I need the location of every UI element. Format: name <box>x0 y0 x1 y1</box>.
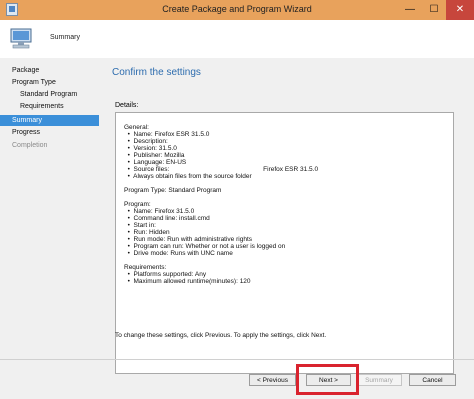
details-label: Details: <box>115 102 139 109</box>
close-button[interactable]: ✕ <box>446 0 474 20</box>
wizard-steps-nav: Package Program Type Standard Program Re… <box>0 58 99 358</box>
nav-step-summary[interactable]: Summary <box>0 115 99 126</box>
nav-step-requirements[interactable]: Requirements <box>0 101 99 112</box>
wizard-header: Summary <box>0 20 474 59</box>
wizard-window: Create Package and Program Wizard — ☐ ✕ … <box>0 0 474 399</box>
nav-step-completion: Completion <box>12 142 48 149</box>
minimize-button[interactable]: — <box>398 0 422 20</box>
nav-step-package[interactable]: Package <box>0 65 99 76</box>
nav-step-program-type[interactable]: Program Type <box>0 77 99 88</box>
footer-divider <box>0 359 474 360</box>
previous-button[interactable]: < Previous <box>249 374 296 386</box>
maximize-button[interactable]: ☐ <box>422 0 446 20</box>
page-title: Confirm the settings <box>112 67 201 78</box>
instruction-note: To change these settings, click Previous… <box>115 332 327 339</box>
step-heading: Summary <box>50 34 80 41</box>
summary-button: Summary <box>356 374 402 386</box>
nav-step-standard-program[interactable]: Standard Program <box>0 89 99 100</box>
computer-icon <box>10 28 32 49</box>
wizard-content: Confirm the settings Details: General: •… <box>99 58 474 374</box>
next-button-highlight <box>296 364 359 395</box>
title-bar[interactable]: Create Package and Program Wizard — ☐ ✕ <box>0 0 474 20</box>
details-text: General: • Name: Firefox ESR 31.5.0 • De… <box>124 124 319 285</box>
nav-step-progress[interactable]: Progress <box>0 127 99 138</box>
cancel-button[interactable]: Cancel <box>409 374 456 386</box>
